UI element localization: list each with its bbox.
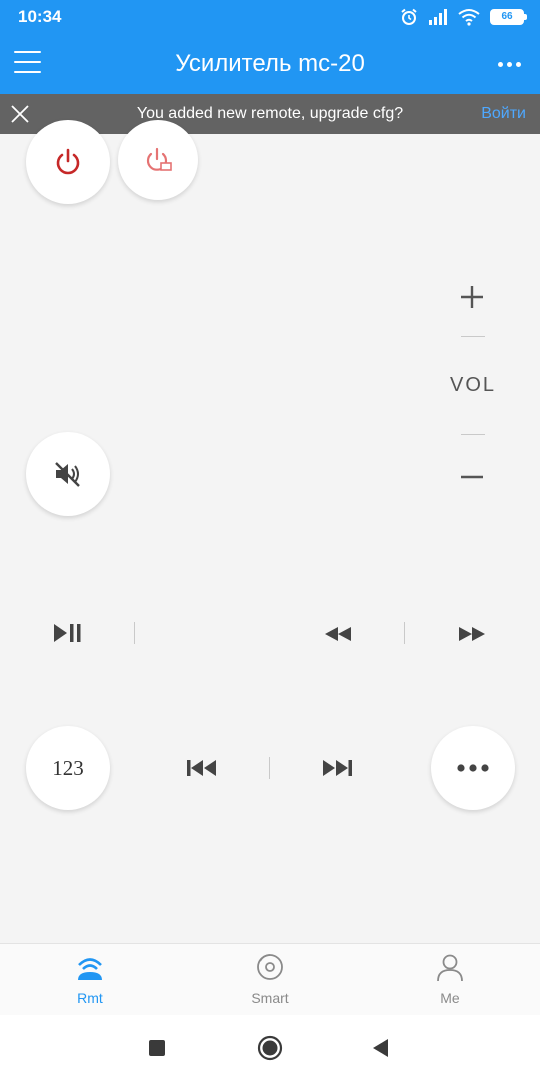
more-dot [516,61,521,67]
fast-forward-icon [459,627,485,641]
divider [134,622,135,644]
volume-down-button[interactable] [452,462,492,492]
rewind-icon [325,627,351,641]
back-icon[interactable] [371,1038,389,1058]
nav-item-me[interactable]: Me [395,944,505,1016]
divider [269,757,270,779]
divider [461,336,485,337]
next-track-icon [323,760,352,776]
recent-apps-icon[interactable] [148,1039,166,1057]
previous-track-icon [187,760,216,776]
tv-power-icon [146,147,172,171]
divider [404,622,405,644]
play-pause-icon [54,624,81,642]
mute-icon [55,462,80,487]
more-dot [507,61,512,67]
alarm-icon [401,8,417,25]
bottom-navigation: Rmt Smart Me [0,943,540,1015]
wifi-icon [458,9,480,26]
status-time: 10:34 [18,7,62,26]
next-track-button[interactable] [315,754,359,782]
previous-track-button[interactable] [180,754,224,782]
battery-indicator: 66 [490,9,527,25]
status-icons: 66 [400,8,527,26]
play-pause-button[interactable] [46,618,90,648]
nav-label: Me [440,990,460,1006]
more-controls-button[interactable] [431,726,515,810]
smart-icon [257,954,283,980]
rewind-button[interactable] [316,620,360,648]
volume-up-button[interactable] [452,280,492,314]
number-pad-button[interactable]: 123 [26,726,110,810]
fast-forward-button[interactable] [450,620,494,648]
more-horizontal-icon [457,764,489,772]
tv-power-button[interactable] [118,120,198,200]
nav-label: Rmt [77,990,103,1006]
app-bar: Усилитель mc-20 [0,34,540,94]
person-icon [437,954,463,982]
divider [461,434,485,435]
banner-message: You added new remote, upgrade cfg? [136,105,404,122]
power-button[interactable] [26,120,110,204]
banner-login-link[interactable]: Войти [481,105,526,123]
status-bar: 10:34 66 [0,0,540,34]
nav-item-smart[interactable]: Smart [215,944,325,1016]
remote-icon [78,958,102,980]
volume-label: VOL [449,374,497,396]
more-options-button[interactable] [498,52,526,76]
nav-item-rmt[interactable]: Rmt [35,944,145,1016]
home-icon[interactable] [257,1035,283,1061]
system-navigation-bar [0,1015,540,1080]
page-title: Усилитель mc-20 [175,50,365,77]
power-icon [56,148,80,175]
nav-label: Smart [251,990,289,1006]
signal-icon [429,9,447,25]
more-dot [498,61,503,67]
mute-button[interactable] [26,432,110,516]
